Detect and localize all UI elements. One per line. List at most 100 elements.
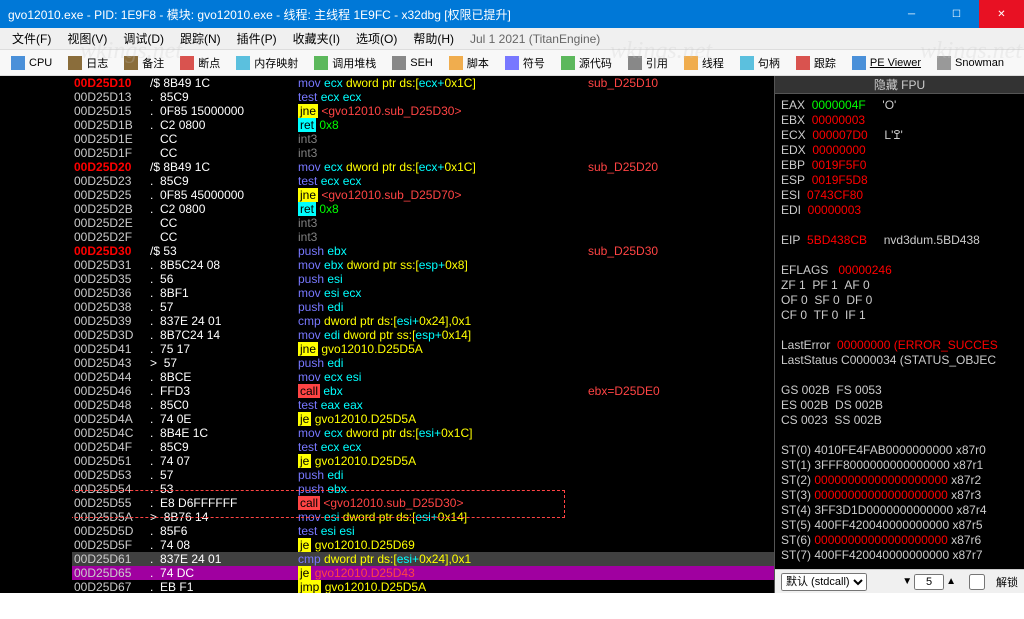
- register-line[interactable]: CF 0 TF 0 IF 1: [781, 308, 1018, 323]
- disasm-row[interactable]: 00D25D38. 57push edi: [0, 300, 774, 314]
- register-line[interactable]: ST(3) 00000000000000000000 x87r3: [781, 488, 1018, 503]
- register-line[interactable]: [781, 368, 1018, 383]
- disasm-row[interactable]: 00D25D2F CCint3: [0, 230, 774, 244]
- toolbar-button[interactable]: 调用堆栈: [307, 52, 383, 74]
- maximize-button[interactable]: ☐: [934, 0, 979, 28]
- register-line[interactable]: [781, 323, 1018, 338]
- register-line[interactable]: ESP 0019F5D8: [781, 173, 1018, 188]
- spin-up[interactable]: ▲: [946, 576, 956, 587]
- register-line[interactable]: EBP 0019F5F0: [781, 158, 1018, 173]
- menu-item[interactable]: 收藏夹(I): [285, 30, 348, 48]
- disasm-row[interactable]: 00D25D1E CCint3: [0, 132, 774, 146]
- register-line[interactable]: LastError 00000000 (ERROR_SUCCES: [781, 338, 1018, 353]
- toolbar-button[interactable]: PE Viewer: [845, 53, 928, 73]
- spin-down[interactable]: ▼: [902, 576, 912, 587]
- toolbar-button[interactable]: Snowman: [930, 53, 1011, 73]
- register-line[interactable]: [781, 428, 1018, 443]
- toolbar-button[interactable]: 脚本: [442, 52, 496, 74]
- toolbar-button[interactable]: 线程: [677, 52, 731, 74]
- menu-item[interactable]: 视图(V): [59, 30, 115, 48]
- toolbar-button[interactable]: 符号: [498, 52, 552, 74]
- disasm-row[interactable]: 00D25D36. 8BF1mov esi,ecx: [0, 286, 774, 300]
- disasm-row[interactable]: 00D25D4A. 74 0Eje gvo12010.D25D5A: [0, 412, 774, 426]
- menu-item[interactable]: 帮助(H): [405, 30, 462, 48]
- register-line[interactable]: EAX 0000004F 'O': [781, 98, 1018, 113]
- disasm-row[interactable]: 00D25D54. 53push ebx: [0, 482, 774, 496]
- register-line[interactable]: EBX 00000003: [781, 113, 1018, 128]
- disasm-row[interactable]: 00D25D43> 57push edi: [0, 356, 774, 370]
- register-line[interactable]: EFLAGS 00000246: [781, 263, 1018, 278]
- register-line[interactable]: ST(2) 00000000000000000000 x87r2: [781, 473, 1018, 488]
- register-line[interactable]: [781, 218, 1018, 233]
- disasm-row[interactable]: 00D25D51. 74 07je gvo12010.D25D5A: [0, 454, 774, 468]
- fpu-header[interactable]: 隐藏 FPU: [775, 76, 1024, 94]
- register-line[interactable]: ST(4) 3FF3D1D0000000000000 x87r4: [781, 503, 1018, 518]
- disasm-row[interactable]: 00D25D1F CCint3: [0, 146, 774, 160]
- param-count-input[interactable]: [914, 574, 944, 590]
- disasm-row[interactable]: 00D25D41. 75 17jne gvo12010.D25D5A: [0, 342, 774, 356]
- disasm-row[interactable]: 00D25D10/$ 8B49 1Cmov ecx,dword ptr ds:[…: [0, 76, 774, 90]
- disasm-row[interactable]: 00D25D39. 837E 24 01cmp dword ptr ds:[es…: [0, 314, 774, 328]
- disasm-row[interactable]: 00D25D46. FFD3call ebxebx=D25DE0: [0, 384, 774, 398]
- disasm-row[interactable]: 00D25D2E CCint3: [0, 216, 774, 230]
- registers-pane[interactable]: 隐藏 FPU EAX 0000004F 'O'EBX 00000003ECX 0…: [775, 76, 1024, 593]
- calling-convention-select[interactable]: 默认 (stdcall): [781, 573, 867, 591]
- disasm-row[interactable]: 00D25D4F. 85C9test ecx,ecx: [0, 440, 774, 454]
- register-line[interactable]: ESI 0743CF80: [781, 188, 1018, 203]
- register-line[interactable]: ST(1) 3FFF8000000000000000 x87r1: [781, 458, 1018, 473]
- menu-item[interactable]: 文件(F): [4, 30, 59, 48]
- register-line[interactable]: LastStatus C0000034 (STATUS_OBJEC: [781, 353, 1018, 368]
- disasm-row[interactable]: 00D25D25. 0F85 45000000jne <gvo12010.sub…: [0, 188, 774, 202]
- register-line[interactable]: ES 002B DS 002B: [781, 398, 1018, 413]
- register-line[interactable]: EDI 00000003: [781, 203, 1018, 218]
- register-line[interactable]: ST(7) 400FF420040000000000 x87r7: [781, 548, 1018, 563]
- register-line[interactable]: ST(0) 4010FE4FAB0000000000 x87r0: [781, 443, 1018, 458]
- register-line[interactable]: EDX 00000000: [781, 143, 1018, 158]
- menu-item[interactable]: 调试(D): [115, 30, 172, 48]
- register-line[interactable]: ZF 1 PF 1 AF 0: [781, 278, 1018, 293]
- toolbar-button[interactable]: 句柄: [733, 52, 787, 74]
- toolbar-button[interactable]: SEH: [385, 53, 440, 73]
- register-line[interactable]: ST(6) 00000000000000000000 x87r6: [781, 533, 1018, 548]
- disasm-row[interactable]: 00D25D65. 74 DCje gvo12010.D25D43: [0, 566, 774, 580]
- toolbar-button[interactable]: 日志: [61, 52, 115, 74]
- toolbar-button[interactable]: 备注: [117, 52, 171, 74]
- toolbar-button[interactable]: 断点: [173, 52, 227, 74]
- disasm-row[interactable]: 00D25D55. E8 D6FFFFFFcall <gvo12010.sub_…: [0, 496, 774, 510]
- disasm-row[interactable]: 00D25D5A> 8B76 14mov esi,dword ptr ds:[e…: [0, 510, 774, 524]
- disasm-row[interactable]: 00D25D5D. 85F6test esi,esi: [0, 524, 774, 538]
- disasm-row[interactable]: 00D25D31. 8B5C24 08mov ebx,dword ptr ss:…: [0, 258, 774, 272]
- minimize-button[interactable]: ─: [889, 0, 934, 28]
- disasm-row[interactable]: 00D25D67. EB F1jmp gvo12010.D25D5A: [0, 580, 774, 593]
- disasm-row[interactable]: 00D25D23. 85C9test ecx,ecx: [0, 174, 774, 188]
- toolbar-button[interactable]: 源代码: [554, 52, 619, 74]
- close-button[interactable]: ✕: [979, 0, 1024, 28]
- disasm-row[interactable]: 00D25D4C. 8B4E 1Cmov ecx,dword ptr ds:[e…: [0, 426, 774, 440]
- register-line[interactable]: CS 0023 SS 002B: [781, 413, 1018, 428]
- disassembly-pane[interactable]: 00D25D10/$ 8B49 1Cmov ecx,dword ptr ds:[…: [0, 76, 775, 593]
- disasm-row[interactable]: 00D25D48. 85C0test eax,eax: [0, 398, 774, 412]
- toolbar-button[interactable]: CPU: [4, 53, 59, 73]
- disasm-row[interactable]: 00D25D20/$ 8B49 1Cmov ecx,dword ptr ds:[…: [0, 160, 774, 174]
- disasm-row[interactable]: 00D25D3D. 8B7C24 14mov edi,dword ptr ss:…: [0, 328, 774, 342]
- disasm-row[interactable]: 00D25D53. 57push edi: [0, 468, 774, 482]
- toolbar-button[interactable]: 跟踪: [789, 52, 843, 74]
- disasm-row[interactable]: 00D25D15. 0F85 15000000jne <gvo12010.sub…: [0, 104, 774, 118]
- register-line[interactable]: GS 002B FS 0053: [781, 383, 1018, 398]
- unlock-checkbox[interactable]: [962, 574, 992, 590]
- menu-item[interactable]: 插件(P): [229, 30, 285, 48]
- disasm-row[interactable]: 00D25D30/$ 53push ebxsub_D25D30: [0, 244, 774, 258]
- menu-item[interactable]: 跟踪(N): [172, 30, 229, 48]
- disasm-row[interactable]: 00D25D13. 85C9test ecx,ecx: [0, 90, 774, 104]
- register-line[interactable]: OF 0 SF 0 DF 0: [781, 293, 1018, 308]
- toolbar-button[interactable]: 内存映射: [229, 52, 305, 74]
- register-line[interactable]: ST(5) 400FF420040000000000 x87r5: [781, 518, 1018, 533]
- register-line[interactable]: EIP 5BD438CB nvd3dum.5BD438: [781, 233, 1018, 248]
- disasm-row[interactable]: 00D25D1B. C2 0800ret 0x8: [0, 118, 774, 132]
- disasm-row[interactable]: 00D25D44. 8BCEmov ecx,esi: [0, 370, 774, 384]
- disasm-row[interactable]: 00D25D5F. 74 08je gvo12010.D25D69: [0, 538, 774, 552]
- disasm-row[interactable]: 00D25D61. 837E 24 01cmp dword ptr ds:[es…: [0, 552, 774, 566]
- disasm-row[interactable]: 00D25D2B. C2 0800ret 0x8: [0, 202, 774, 216]
- disasm-row[interactable]: 00D25D35. 56push esi: [0, 272, 774, 286]
- register-line[interactable]: ECX 000007D0 L'ߐ': [781, 128, 1018, 143]
